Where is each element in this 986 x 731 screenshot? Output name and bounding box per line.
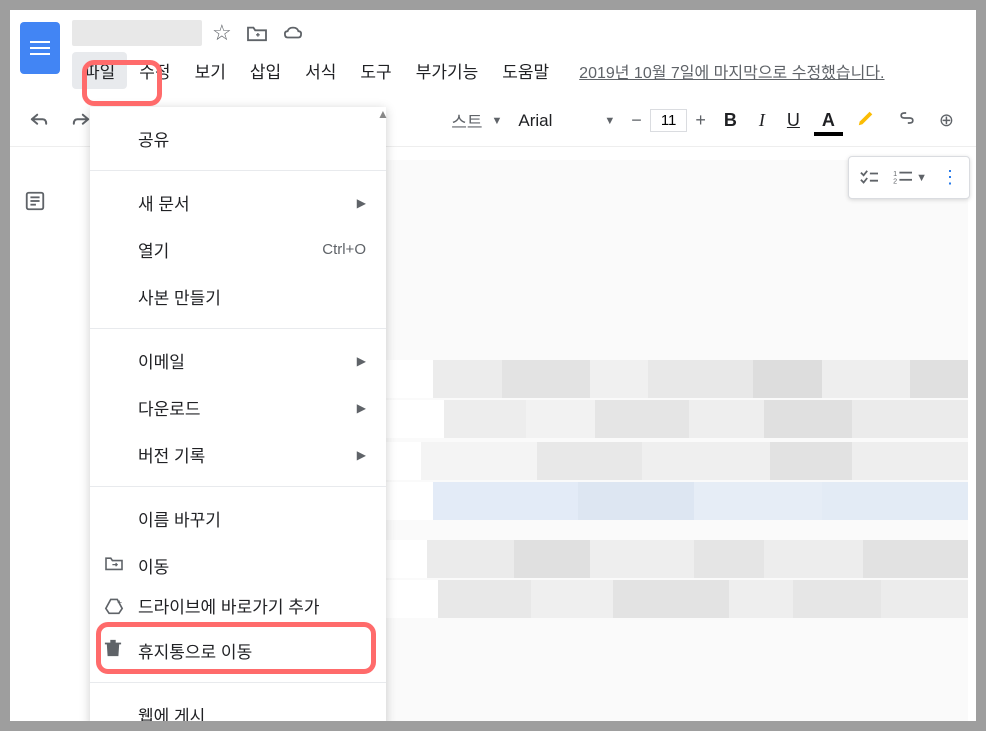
submenu-arrow-icon: ▶ (357, 401, 366, 415)
menu-open[interactable]: 열기 Ctrl+O (90, 226, 386, 273)
submenu-arrow-icon: ▶ (357, 196, 366, 210)
submenu-arrow-icon: ▶ (357, 354, 366, 368)
numbered-list-icon[interactable]: 1 2 ▼ (887, 165, 933, 191)
title-icons: ☆ (212, 20, 304, 46)
menu-download[interactable]: 다운로드 ▶ (90, 384, 386, 431)
menu-divider (90, 170, 386, 171)
menu-rename[interactable]: 이름 바꾸기 (90, 495, 386, 542)
cloud-saved-icon[interactable] (282, 20, 304, 46)
menu-move[interactable]: 이동 (90, 542, 386, 589)
highlight-button[interactable] (847, 105, 885, 136)
menu-insert[interactable]: 삽입 (238, 52, 293, 89)
menu-make-copy[interactable]: 사본 만들기 (90, 273, 386, 320)
menu-file[interactable]: 파일 (72, 52, 127, 89)
menu-bar: 파일 수정 보기 삽입 서식 도구 부가기능 도움말 2019년 10월 7일에… (72, 52, 966, 89)
menu-tools[interactable]: 도구 (348, 52, 403, 89)
insert-link-button[interactable] (887, 105, 927, 136)
last-edit-link[interactable]: 2019년 10월 7일에 마지막으로 수정했습니다. (579, 59, 884, 83)
move-folder-icon (104, 555, 124, 576)
paragraph-style-dropdown[interactable]: 스트▼ (445, 108, 508, 133)
outline-sidebar-icon[interactable] (24, 190, 46, 218)
toolbar-right: 스트▼ Arial▼ − 11 + B I U A (445, 105, 964, 136)
text-color-button[interactable]: A (812, 106, 845, 135)
menu-help[interactable]: 도움말 (490, 52, 561, 89)
trash-icon (104, 638, 122, 663)
menu-add-shortcut[interactable]: + 드라이브에 바로가기 추가 (90, 589, 386, 627)
menu-view[interactable]: 보기 (183, 52, 238, 89)
font-size-decrease[interactable]: − (625, 108, 648, 133)
menu-share[interactable]: 공유 (90, 115, 386, 162)
menu-move-to-trash[interactable]: 휴지통으로 이동 (90, 627, 386, 674)
title-area: ☆ 파일 수정 보기 (72, 18, 966, 89)
svg-text:+: + (117, 598, 122, 607)
italic-button[interactable]: I (749, 106, 775, 135)
add-comment-button[interactable]: ⊕ (929, 106, 964, 135)
move-folder-icon[interactable] (246, 20, 268, 46)
font-size-input[interactable]: 11 (650, 109, 688, 132)
drive-shortcut-icon: + (104, 597, 124, 620)
docs-logo-icon[interactable] (20, 22, 60, 74)
bold-button[interactable]: B (714, 106, 747, 135)
menu-format[interactable]: 서식 (293, 52, 348, 89)
underline-button[interactable]: U (777, 106, 810, 135)
more-options-icon[interactable]: ⋮ (935, 163, 965, 192)
checklist-icon[interactable] (853, 165, 885, 191)
menu-email[interactable]: 이메일 ▶ (90, 337, 386, 384)
menu-divider (90, 328, 386, 329)
menu-edit[interactable]: 수정 (127, 52, 182, 89)
menu-publish-web[interactable]: 웹에 게시 (90, 691, 386, 721)
menu-divider (90, 682, 386, 683)
floating-list-toolbar: 1 2 ▼ ⋮ (848, 156, 970, 199)
star-icon[interactable]: ☆ (212, 20, 232, 46)
shortcut-label: Ctrl+O (322, 241, 366, 258)
undo-icon[interactable] (22, 108, 56, 134)
submenu-arrow-icon: ▶ (357, 448, 366, 462)
menu-new-doc[interactable]: 새 문서 ▶ (90, 179, 386, 226)
menu-version-history[interactable]: 버전 기록 ▶ (90, 431, 386, 478)
svg-text:2: 2 (893, 176, 897, 185)
title-row: ☆ (72, 18, 966, 46)
font-dropdown[interactable]: Arial▼ (510, 107, 623, 135)
app-window: ☆ 파일 수정 보기 (10, 10, 976, 721)
menu-divider (90, 486, 386, 487)
doc-title-input[interactable] (72, 20, 202, 46)
font-size-group: − 11 + (625, 108, 712, 133)
menu-addons[interactable]: 부가기능 (404, 52, 491, 89)
document-canvas[interactable] (386, 160, 968, 721)
header: ☆ 파일 수정 보기 (10, 10, 976, 89)
menu-scroll-up-icon[interactable]: ▲ (377, 107, 389, 121)
font-size-increase[interactable]: + (689, 108, 712, 133)
file-dropdown-menu: 공유 새 문서 ▶ 열기 Ctrl+O 사본 만들기 이메일 ▶ 다운로드 ▶ … (90, 107, 386, 721)
